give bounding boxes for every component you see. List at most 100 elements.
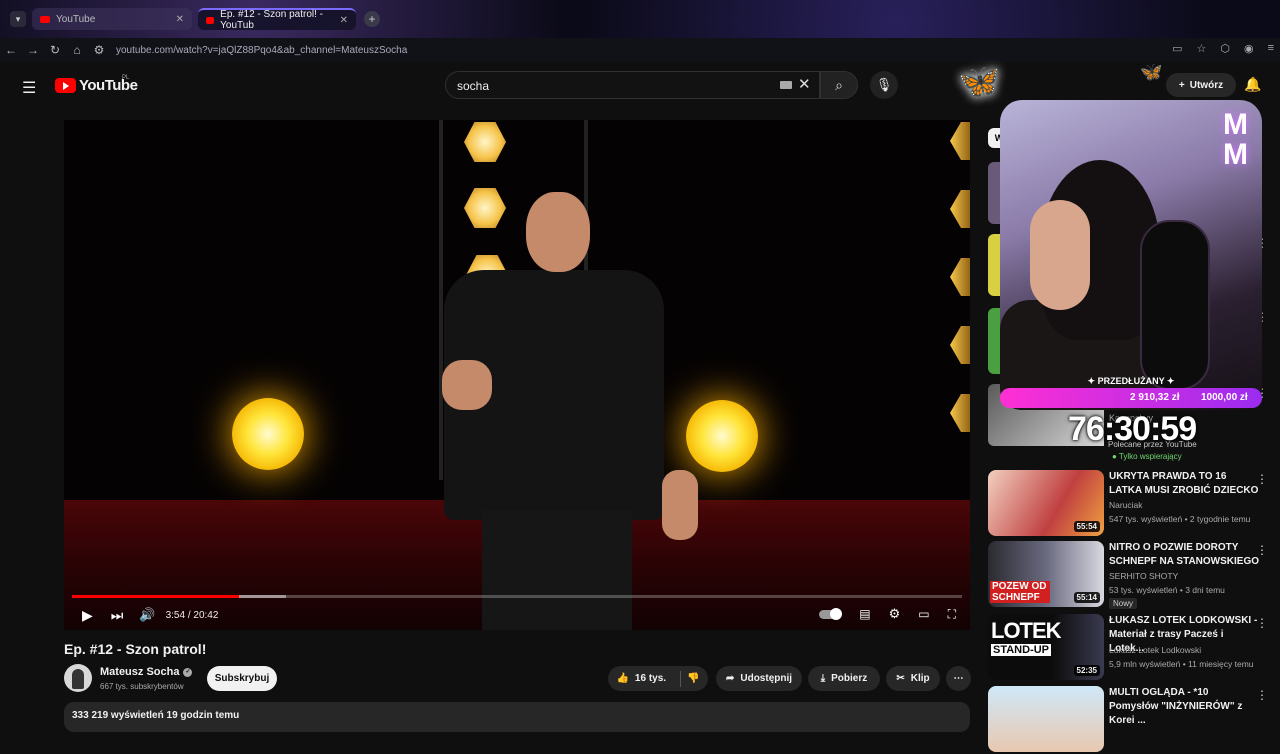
progress-bar[interactable] — [72, 595, 962, 598]
next-icon[interactable]: ⏭ — [111, 607, 124, 624]
stage-light — [464, 122, 506, 162]
description-box[interactable]: 333 219 wyświetleń 19 godzin temu — [64, 702, 970, 732]
new-tab-button[interactable]: + — [364, 11, 380, 27]
scissors-icon: ✂ — [896, 673, 905, 684]
browser-tab-youtube[interactable]: YouTube ✕ — [32, 8, 192, 30]
stage-spotlight — [232, 398, 304, 470]
search-input[interactable]: socha — [457, 79, 489, 93]
site-info-icon[interactable]: ⚙ — [88, 43, 110, 57]
streamer-logo-icon: MM — [1223, 108, 1248, 171]
video-thumbnail[interactable]: LOTEK STAND-UP 52:35 — [988, 614, 1104, 680]
subscribe-button[interactable]: Subskrybuj — [207, 666, 277, 691]
browser-tab-video[interactable]: Ep. #12 - Szon patrol! - YouTub ✕ — [198, 8, 356, 31]
microphone — [1140, 220, 1210, 390]
close-icon[interactable]: ✕ — [340, 15, 348, 26]
search-box[interactable]: socha ✕ — [445, 71, 820, 99]
volume-icon[interactable]: 🔊 — [139, 607, 155, 623]
supporters-text: Tylko wspierający — [1118, 452, 1182, 461]
extensions-icon[interactable]: ⬡ — [1220, 42, 1230, 55]
video-thumbnail[interactable] — [988, 686, 1104, 752]
theater-mode-icon[interactable]: ▭ — [918, 607, 929, 621]
settings-gear-icon[interactable]: ⚙ — [889, 606, 901, 622]
channel-name[interactable]: Łukasz Lotek Lodkowski — [1109, 645, 1201, 655]
play-icon[interactable]: ▶ — [82, 607, 93, 624]
url-field[interactable]: youtube.com/watch?v=jaQlZ88Pqo4&ab_chann… — [116, 45, 407, 56]
thumbnail-text: POZEW OD SCHNEPF — [990, 581, 1050, 603]
video-title[interactable]: UKRYTA PRAWDA TO 16 LATKA MUSI ZROBIĆ DZ… — [1109, 470, 1259, 498]
thumbs-up-icon[interactable]: 👍 — [616, 673, 628, 684]
clip-button[interactable]: ✂ Klip — [886, 666, 940, 691]
create-button[interactable]: + Utwórz — [1166, 73, 1236, 97]
duration-badge: 55:54 — [1073, 521, 1100, 532]
stage-light — [464, 188, 506, 228]
video-thumbnail[interactable]: POZEW OD SCHNEPF 55:14 — [988, 541, 1104, 607]
youtube-play-icon — [55, 78, 76, 93]
share-button[interactable]: ➦ Udostępnij — [716, 666, 802, 691]
video-player[interactable]: ▶ ⏭ 🔊 3:54 / 20:42 ▤ ⚙ ▭ ⛶ — [64, 120, 970, 630]
share-label: Udostępnij — [740, 673, 793, 684]
channel-name-row[interactable]: Mateusz Socha ✓ — [100, 666, 193, 678]
stage-light — [950, 326, 970, 364]
channel-avatar[interactable] — [64, 664, 92, 692]
subtitles-icon[interactable]: ▤ — [859, 607, 870, 621]
more-vertical-icon[interactable]: ⋮ — [1256, 616, 1268, 630]
menu-icon[interactable]: ☰ — [22, 78, 36, 98]
video-thumbnail[interactable] — [988, 308, 1000, 374]
like-count[interactable]: 16 tys. — [635, 673, 666, 684]
search-button[interactable]: ⌕ — [820, 71, 858, 99]
voice-search-icon[interactable]: 🎙 — [870, 71, 898, 99]
more-actions-button[interactable]: ⋯ — [946, 666, 971, 691]
create-label: Utwórz — [1189, 79, 1224, 91]
home-icon[interactable]: ⌂ — [66, 43, 88, 57]
fullscreen-icon[interactable]: ⛶ — [948, 607, 956, 622]
side-panel-icon[interactable]: ≡ — [1268, 42, 1274, 55]
goal-target: 1000,00 zł — [1201, 392, 1248, 403]
tab-label: Ep. #12 - Szon patrol! - YouTub — [220, 9, 323, 31]
video-meta: 5,9 mln wyświetleń • 11 miesięcy temu — [1109, 659, 1254, 669]
profile-icon[interactable]: ◉ — [1244, 42, 1254, 55]
video-thumbnail[interactable]: 55:54 — [988, 470, 1104, 536]
streamer-hand — [1030, 200, 1090, 310]
channel-name[interactable]: SERHITO SHOTY — [1109, 571, 1178, 581]
notifications-bell-icon[interactable]: 🔔 — [1244, 76, 1261, 93]
channel-name[interactable]: Naruciak — [1109, 500, 1143, 510]
duration-badge: 52:35 — [1073, 665, 1100, 676]
list-item[interactable]: 55:54 UKRYTA PRAWDA TO 16 LATKA MUSI ZRO… — [988, 470, 1270, 538]
more-vertical-icon[interactable]: ⋮ — [1256, 472, 1268, 486]
reload-icon[interactable]: ↻ — [44, 43, 66, 57]
forward-icon[interactable]: → — [22, 43, 44, 57]
stage-spotlight — [686, 400, 758, 472]
video-meta: 53 tys. wyświetleń • 3 dni temu — [1109, 585, 1225, 595]
verified-check-icon: ✓ — [183, 667, 193, 677]
video-title[interactable]: NITRO O POZWIE DOROTY SCHNEPF NA STANOWS… — [1109, 541, 1259, 569]
thumbs-down-icon[interactable]: 👎 — [687, 673, 699, 684]
video-thumbnail[interactable] — [988, 234, 1000, 296]
subathon-timer: 76:30:59 — [1068, 410, 1197, 448]
list-item[interactable]: MULTI OGLĄDA - *10 Pomysłów "INŻYNIERÓW"… — [988, 686, 1270, 754]
autoplay-toggle[interactable] — [819, 607, 843, 620]
more-vertical-icon[interactable]: ⋮ — [1256, 688, 1268, 702]
cast-icon[interactable]: ▭ — [1172, 42, 1182, 55]
performer-head — [526, 192, 590, 272]
video-thumbnail[interactable] — [988, 162, 1000, 224]
keyboard-icon[interactable] — [780, 81, 792, 89]
back-icon[interactable]: ← — [0, 43, 22, 57]
video-title[interactable]: MULTI OGLĄDA - *10 Pomysłów "INŻYNIERÓW"… — [1109, 686, 1259, 728]
performer-hand — [442, 360, 492, 410]
download-button[interactable]: ⤓ Pobierz — [808, 666, 880, 691]
bookmark-star-icon[interactable]: ☆ — [1196, 42, 1206, 55]
list-item[interactable]: LOTEK STAND-UP 52:35 ŁUKASZ LOTEK LODKOW… — [988, 614, 1270, 682]
tab-search-button[interactable]: ▾ — [10, 11, 26, 27]
download-icon: ⤓ — [820, 673, 826, 684]
player-controls: ▶ ⏭ 🔊 3:54 / 20:42 ▤ ⚙ ▭ ⛶ — [64, 600, 970, 630]
streamer-webcam-overlay: MM — [1000, 100, 1262, 410]
address-bar: ← → ↻ ⌂ ⚙ youtube.com/watch?v=jaQlZ88Pqo… — [0, 38, 1280, 62]
list-item[interactable]: POZEW OD SCHNEPF 55:14 NITRO O POZWIE DO… — [988, 541, 1270, 609]
youtube-favicon-icon — [40, 15, 50, 23]
clear-search-icon[interactable]: ✕ — [798, 75, 811, 93]
more-vertical-icon[interactable]: ⋮ — [1256, 543, 1268, 557]
close-icon[interactable]: ✕ — [176, 14, 184, 25]
channel-name[interactable]: Mateusz Socha — [100, 666, 179, 678]
extended-stream-label: ✦ PRZEDŁUŻANY ✦ — [1087, 376, 1175, 386]
duration-badge: 55:14 — [1073, 592, 1100, 603]
